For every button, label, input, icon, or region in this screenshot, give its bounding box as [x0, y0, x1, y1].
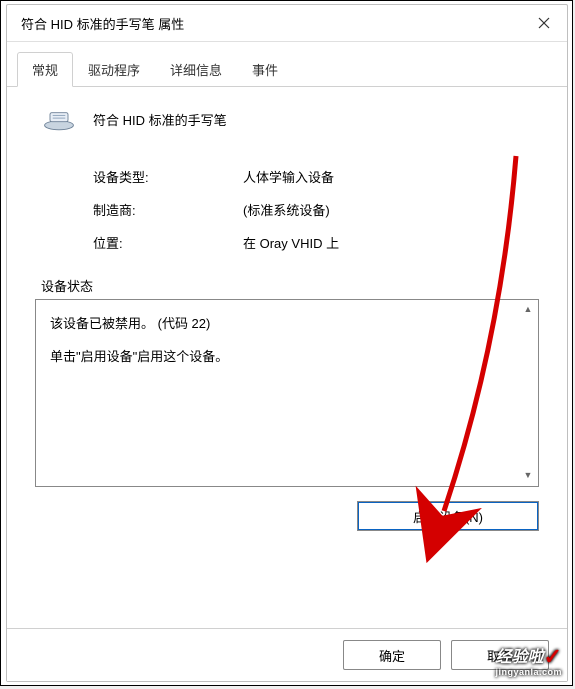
scroll-down-icon[interactable]: ▼ — [520, 468, 536, 484]
ok-label: 确定 — [379, 646, 405, 665]
enable-row: 启用设备(N) — [35, 501, 539, 531]
cancel-label: 取消 — [487, 646, 513, 665]
prop-row-type: 设备类型: 人体学输入设备 — [93, 167, 539, 186]
tab-strip: 常规 驱动程序 详细信息 事件 — [7, 52, 567, 87]
device-name: 符合 HID 标准的手写笔 — [93, 110, 227, 129]
device-header: 符合 HID 标准的手写笔 — [41, 105, 539, 133]
screenshot-frame: 符合 HID 标准的手写笔 属性 常规 驱动程序 详细信息 事件 — [0, 0, 573, 686]
prop-mfg-label: 制造商: — [93, 200, 243, 219]
status-line-2: 单击"启用设备"启用这个设备。 — [50, 345, 512, 370]
tab-details-label: 详细信息 — [170, 63, 222, 78]
device-status-textbox[interactable]: 该设备已被禁用。 (代码 22) 单击"启用设备"启用这个设备。 ▲ ▼ — [35, 299, 539, 487]
device-status-group: 设备状态 该设备已被禁用。 (代码 22) 单击"启用设备"启用这个设备。 ▲ … — [35, 276, 539, 531]
tab-driver-label: 驱动程序 — [88, 63, 140, 78]
hid-device-icon — [41, 105, 77, 133]
scroll-up-icon[interactable]: ▲ — [520, 302, 536, 318]
device-status-label: 设备状态 — [41, 276, 539, 295]
prop-row-manufacturer: 制造商: (标准系统设备) — [93, 200, 539, 219]
title-bar: 符合 HID 标准的手写笔 属性 — [7, 5, 567, 42]
prop-type-label: 设备类型: — [93, 167, 243, 186]
ok-button[interactable]: 确定 — [343, 640, 441, 670]
tab-events[interactable]: 事件 — [237, 52, 293, 86]
prop-mfg-value: (标准系统设备) — [243, 200, 539, 219]
enable-device-label: 启用设备(N) — [413, 507, 483, 526]
cancel-button[interactable]: 取消 — [451, 640, 549, 670]
tab-general-label: 常规 — [32, 63, 58, 78]
prop-loc-label: 位置: — [93, 233, 243, 252]
prop-type-value: 人体学输入设备 — [243, 167, 539, 186]
properties-dialog: 符合 HID 标准的手写笔 属性 常规 驱动程序 详细信息 事件 — [6, 4, 568, 682]
tab-content-general: 符合 HID 标准的手写笔 设备类型: 人体学输入设备 制造商: (标准系统设备… — [7, 87, 567, 531]
close-icon — [538, 17, 550, 29]
prop-row-location: 位置: 在 Oray VHID 上 — [93, 233, 539, 252]
tab-general[interactable]: 常规 — [17, 52, 73, 87]
prop-loc-value: 在 Oray VHID 上 — [243, 233, 539, 252]
tab-events-label: 事件 — [252, 63, 278, 78]
tab-details[interactable]: 详细信息 — [155, 52, 237, 86]
status-line-1: 该设备已被禁用。 (代码 22) — [50, 312, 512, 337]
window-title: 符合 HID 标准的手写笔 属性 — [21, 14, 184, 33]
close-button[interactable] — [521, 5, 567, 41]
tab-driver[interactable]: 驱动程序 — [73, 52, 155, 86]
enable-device-button[interactable]: 启用设备(N) — [357, 501, 539, 531]
device-properties: 设备类型: 人体学输入设备 制造商: (标准系统设备) 位置: 在 Oray V… — [93, 167, 539, 252]
dialog-button-bar: 确定 取消 — [7, 628, 567, 681]
